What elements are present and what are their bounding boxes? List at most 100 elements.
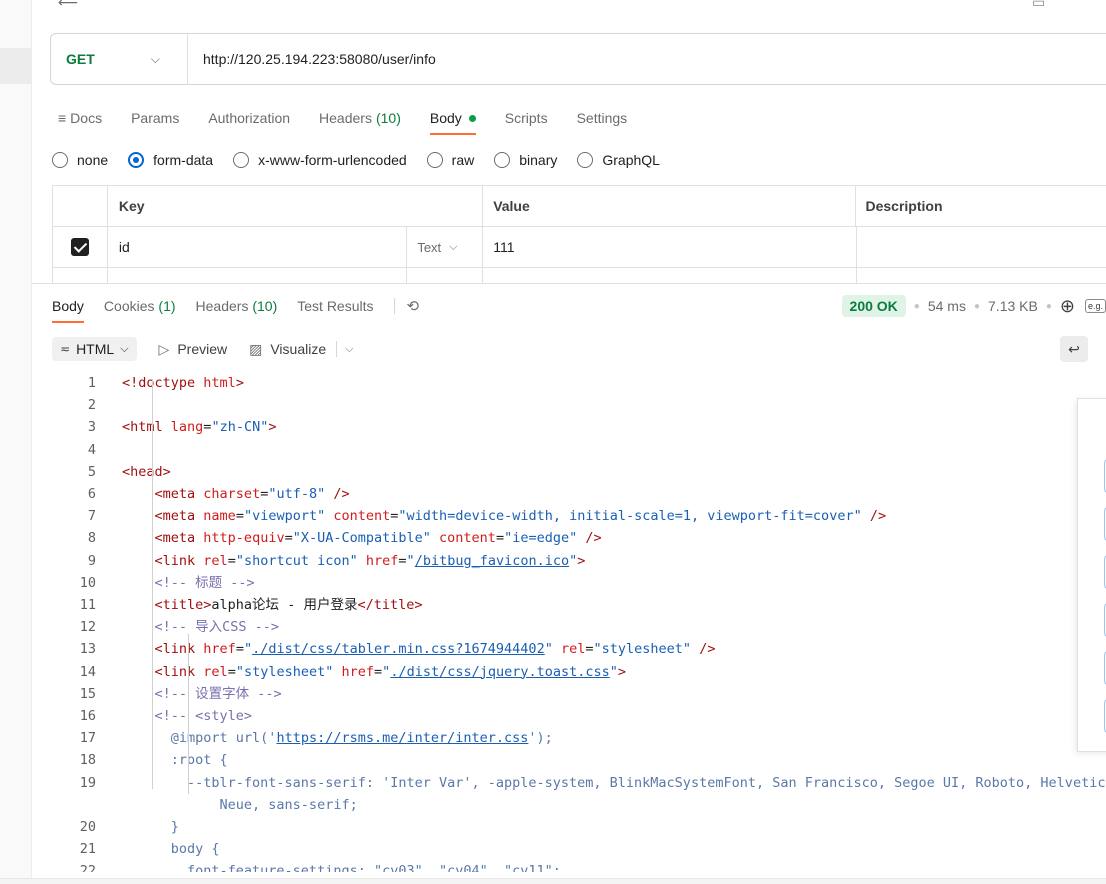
line-number: 7 <box>87 508 96 525</box>
code-line: 13 <link href="./dist/css/tabler.min.css… <box>32 638 1106 660</box>
side-floating-panel <box>1077 398 1106 752</box>
tab-authorization[interactable]: Authorization <box>208 104 290 132</box>
code-text: <!-- <style> <box>154 708 253 725</box>
globe-icon[interactable]: ⊕ <box>1060 296 1075 317</box>
line-number: 13 <box>79 641 96 658</box>
code-text: <link rel="shortcut icon" href="/bitbug_… <box>154 552 586 569</box>
code-text: <meta http-equiv="X-UA-Compatible" conte… <box>154 530 602 547</box>
line-number: 14 <box>79 663 96 680</box>
radio-circle-selected <box>128 152 145 168</box>
line-number: 17 <box>79 730 96 747</box>
headers-count: (10) <box>375 110 401 126</box>
radio-raw[interactable]: raw <box>426 152 474 168</box>
request-title-bar: ⟵ ▭ <box>32 0 1106 14</box>
status-badge[interactable]: 200 OK <box>841 295 906 317</box>
code-line: 10 <!-- 标题 --> <box>32 572 1106 594</box>
tab-body[interactable]: Body <box>429 104 476 135</box>
line-number: 6 <box>87 486 96 503</box>
radio-form-data[interactable]: form-data <box>128 152 213 168</box>
code-text: <meta name="viewport" content="width=dev… <box>154 508 887 525</box>
code-line: 9 <link rel="shortcut icon" href="/bitbu… <box>32 550 1106 572</box>
radio-binary[interactable]: binary <box>494 152 557 168</box>
value-column-header: Value <box>483 186 857 226</box>
code-line: 3 <html lang="zh-CN"> <box>32 416 1106 438</box>
code-text: <meta charset="utf-8" /> <box>154 486 350 503</box>
tab-response-headers[interactable]: Headers (10) <box>196 298 278 314</box>
code-text: <!-- 标题 --> <box>154 574 255 591</box>
table-row: id Text ⌵ 111 <box>53 227 1106 268</box>
code-line: 2 <box>32 394 1106 416</box>
code-line: 12 <!-- 导入CSS --> <box>32 616 1106 638</box>
code-line: 8 <meta http-equiv="X-UA-Compatible" con… <box>32 527 1106 549</box>
code-text: Neue, sans-serif; <box>122 796 358 813</box>
code-line: 19 --tblr-font-sans-serif: 'Inter Var', … <box>32 772 1106 794</box>
back-arrow-icon[interactable]: ⟵ <box>58 0 78 11</box>
history-icon[interactable]: ⟲ <box>407 297 420 315</box>
code-line: 7 <meta name="viewport" content="width=d… <box>32 505 1106 527</box>
line-number: 1 <box>87 375 96 391</box>
wrap-lines-icon[interactable]: ↩ <box>1060 336 1088 362</box>
tab-cookies[interactable]: Cookies (1) <box>104 298 176 314</box>
line-number: 15 <box>79 685 96 702</box>
tab-headers[interactable]: Headers (10) <box>319 104 401 132</box>
tab-docs[interactable]: ≡ Docs <box>58 104 102 132</box>
radio-none[interactable]: none <box>52 152 108 168</box>
method-label: GET <box>66 51 95 67</box>
code-text: <head> <box>122 463 171 480</box>
chevron-down-icon[interactable]: ⌵ <box>345 343 353 356</box>
code-line: 18 :root { <box>32 749 1106 771</box>
response-size[interactable]: 7.13 KB <box>988 298 1038 314</box>
visualize-button[interactable]: ▨ Visualize <box>249 341 326 358</box>
code-line: 17 @import url('https://rsms.me/inter/in… <box>32 727 1106 749</box>
radio-circle <box>426 152 443 168</box>
response-status: 200 OK ● 54 ms ● 7.13 KB ● ⊕ e.g. <box>841 292 1106 320</box>
sidebar-selected-item[interactable] <box>0 48 32 84</box>
line-number: 5 <box>87 463 96 480</box>
radio-circle <box>494 152 511 168</box>
line-number: 21 <box>79 841 96 858</box>
line-number: 3 <box>87 419 96 436</box>
response-panel: Body Cookies (1) Headers (10) Test Resul… <box>32 283 1106 884</box>
tab-response-body[interactable]: Body <box>52 298 84 323</box>
radio-x-www-form-urlencoded[interactable]: x-www-form-urlencoded <box>233 152 407 168</box>
radio-circle <box>52 152 68 168</box>
code-text: --tblr-font-sans-serif: 'Inter Var', -ap… <box>122 774 1106 791</box>
response-code-view[interactable]: 1 <!doctype html> 2 3 <html lang="zh-CN"> 4 5 <… <box>32 372 1106 872</box>
value-cell[interactable]: 111 <box>483 227 857 267</box>
radio-graphql[interactable]: GraphQL <box>577 152 660 168</box>
image-icon: ▨ <box>249 340 263 357</box>
line-number: 2 <box>87 397 96 414</box>
layout-icon[interactable]: ▭ <box>1032 0 1045 11</box>
code-text: font-feature-settings: "cv03", "cv04", "… <box>122 863 561 872</box>
row-checkbox[interactable] <box>70 238 89 256</box>
method-select[interactable]: GET ⌵ <box>51 34 188 84</box>
code-line: 15 <!-- 设置字体 --> <box>32 683 1106 705</box>
table-row-empty <box>53 268 1106 283</box>
line-number: 19 <box>79 774 96 791</box>
format-select[interactable]: ≂ HTML ⌵ <box>52 337 137 361</box>
response-time[interactable]: 54 ms <box>928 298 966 314</box>
key-cell[interactable]: id <box>108 227 408 267</box>
code-text: <!doctype html> <box>122 375 244 391</box>
line-number: 22 <box>79 863 96 872</box>
line-number: 16 <box>79 708 96 725</box>
line-number: 10 <box>79 574 96 591</box>
line-number: 4 <box>87 441 96 458</box>
code-text: <link rel="stylesheet" href="./dist/css/… <box>154 663 627 680</box>
preview-button[interactable]: ▷ Preview <box>159 341 228 358</box>
line-number: 20 <box>79 819 96 836</box>
tab-scripts[interactable]: Scripts <box>505 104 548 132</box>
code-format-icon: ≂ <box>60 342 71 356</box>
description-cell[interactable] <box>857 227 1106 267</box>
code-text: <html lang="zh-CN"> <box>122 419 277 436</box>
url-input[interactable]: http://120.25.194.223:58080/user/info <box>188 51 436 67</box>
code-line: 5 <head> <box>32 461 1106 483</box>
tab-test-results[interactable]: Test Results <box>297 298 373 314</box>
tab-settings[interactable]: Settings <box>577 104 628 132</box>
code-line: 21 body { <box>32 838 1106 860</box>
type-select[interactable]: Text ⌵ <box>407 227 484 267</box>
save-example-icon[interactable]: e.g. <box>1084 299 1106 313</box>
code-text: } <box>122 819 179 836</box>
tab-params[interactable]: Params <box>131 104 179 132</box>
